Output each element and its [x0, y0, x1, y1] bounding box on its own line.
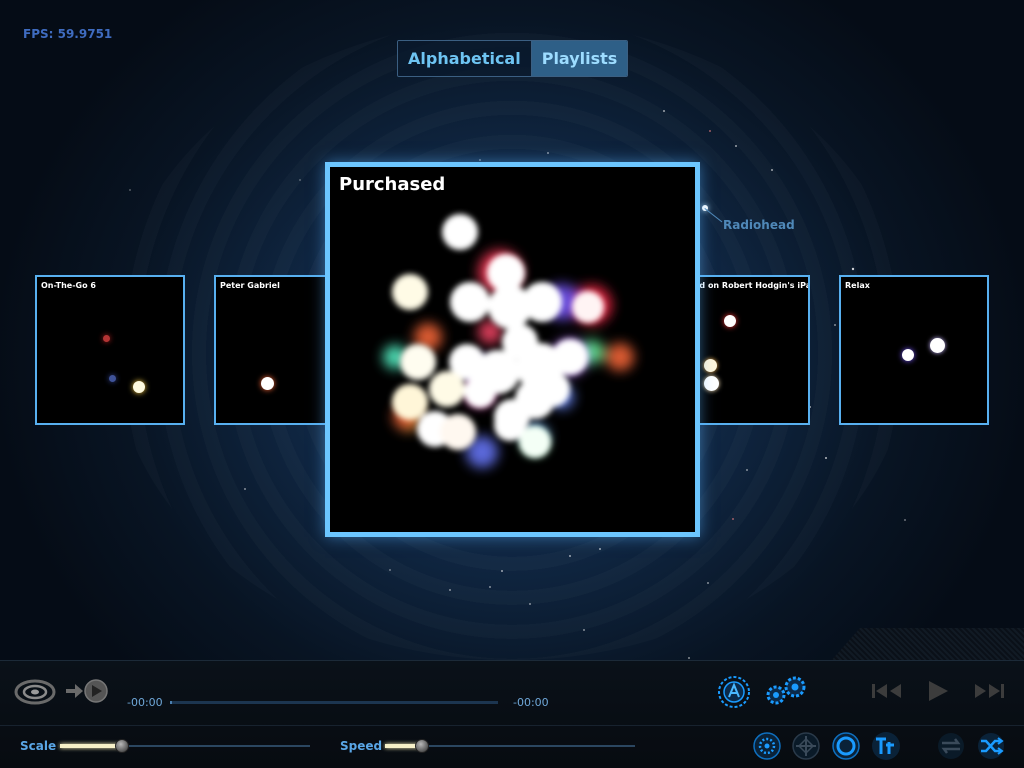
orbit-icon[interactable]: [831, 731, 861, 761]
speed-slider-knob[interactable]: [415, 739, 429, 753]
song-star: [704, 376, 719, 391]
song-star: [902, 349, 914, 361]
playlist-title: On-The-Go 6: [41, 281, 96, 290]
track-progress-bar[interactable]: [170, 701, 498, 704]
alphabet-compass-icon[interactable]: [717, 675, 751, 709]
song-cluster: [383, 214, 634, 468]
tab-playlists[interactable]: Playlists: [530, 41, 628, 76]
song-star: [109, 375, 116, 382]
now-playing-icon[interactable]: [64, 678, 108, 704]
previous-track-icon[interactable]: [870, 681, 904, 701]
play-icon[interactable]: [926, 679, 950, 703]
song-star: [261, 377, 274, 390]
next-track-icon[interactable]: [972, 681, 1006, 701]
speed-label: Speed: [340, 739, 383, 753]
tab-alphabetical[interactable]: Alphabetical: [398, 41, 531, 76]
playlist-card-on-the-go[interactable]: On-The-Go 6: [35, 275, 185, 425]
song-star: [930, 338, 945, 353]
scale-label: Scale: [20, 739, 57, 753]
song-star: [704, 359, 717, 372]
playlist-title: ed on Robert Hodgin's iPad: [694, 281, 810, 290]
galaxy-logo-icon[interactable]: [14, 677, 56, 707]
bar-divider: [0, 725, 1024, 726]
elapsed-time: -00:00: [127, 696, 163, 709]
repeat-icon[interactable]: [936, 732, 966, 760]
bar-corner-decoration: [830, 628, 1024, 662]
playlist-card-peter-gabriel[interactable]: Peter Gabriel: [214, 275, 339, 425]
fps-counter: FPS: 59.9751: [23, 27, 113, 41]
remaining-time: -00:00: [513, 696, 549, 709]
playlist-title: Relax: [845, 281, 870, 290]
scale-slider-fill: [60, 744, 120, 748]
song-star: [133, 381, 145, 393]
playlist-card-ipad[interactable]: ed on Robert Hodgin's iPad: [690, 275, 810, 425]
song-star: [724, 315, 736, 327]
playlist-card-relax[interactable]: Relax: [839, 275, 989, 425]
text-toggle-icon[interactable]: [871, 731, 901, 761]
view-mode-toggle: Alphabetical Playlists: [397, 40, 629, 77]
artist-label[interactable]: Radiohead: [723, 218, 795, 232]
gravity-icon[interactable]: [752, 731, 782, 761]
playlist-card-purchased[interactable]: Purchased: [325, 162, 700, 537]
shuffle-icon[interactable]: [976, 732, 1006, 760]
gears-icon[interactable]: [762, 674, 810, 708]
playlist-title: Peter Gabriel: [220, 281, 280, 290]
center-view-icon[interactable]: [791, 731, 821, 761]
scale-slider-knob[interactable]: [115, 739, 129, 753]
artist-label-connector: [704, 208, 723, 223]
song-star: [103, 335, 110, 342]
